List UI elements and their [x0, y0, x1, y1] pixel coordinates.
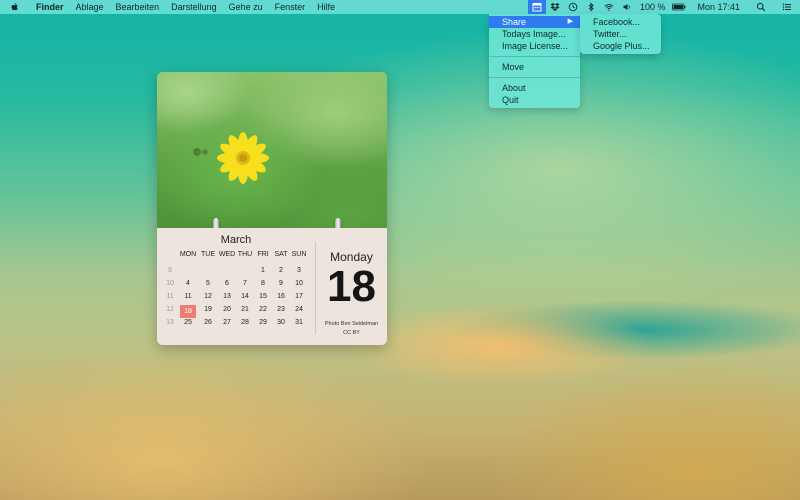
weekday-header: TUE — [201, 251, 215, 258]
time-machine-icon[interactable] — [564, 0, 582, 14]
calendar-day[interactable]: 30 — [272, 317, 290, 328]
menu-separator — [489, 56, 580, 57]
calendar-day[interactable]: 12 — [199, 291, 217, 302]
calendar-day[interactable]: 29 — [254, 317, 272, 328]
calendar-dropdown-menu: Share ▶ Todays Image... Image License...… — [489, 14, 580, 108]
menu-app-finder[interactable]: Finder — [30, 0, 70, 14]
battery-percentage: 100 % — [639, 2, 666, 12]
menu-ablage[interactable]: Ablage — [70, 0, 110, 14]
calendar-day[interactable]: 5 — [199, 278, 217, 289]
submenu-item-twitter[interactable]: Twitter... — [580, 28, 661, 40]
menu-item-about[interactable]: About — [489, 82, 580, 94]
menu-gehe-zu[interactable]: Gehe zu — [223, 0, 269, 14]
calendar-day[interactable]: 7 — [236, 278, 254, 289]
calendar-day[interactable]: 17 — [290, 291, 308, 302]
calendar-day[interactable]: 4 — [179, 278, 197, 289]
menu-bearbeiten[interactable]: Bearbeiten — [110, 0, 166, 14]
calendar-page: March MON TUE WED THU FRI SAT SUN 9 1 2 … — [157, 228, 387, 345]
flower-illustration — [193, 132, 269, 184]
dropbox-icon[interactable] — [546, 0, 564, 14]
menu-item-share-label: Share — [502, 17, 527, 27]
week-number: 11 — [166, 293, 174, 300]
current-day-number: 18 — [327, 262, 376, 311]
menu-separator — [489, 77, 580, 78]
calendar-day[interactable]: 31 — [290, 317, 308, 328]
wifi-icon[interactable] — [600, 0, 618, 14]
calendar-day[interactable]: 28 — [236, 317, 254, 328]
calendar-day[interactable]: 2 — [272, 265, 290, 276]
notification-center-icon[interactable] — [774, 0, 800, 14]
calendar-day[interactable]: 25 — [179, 317, 197, 328]
calendar-day[interactable]: 16 — [272, 291, 290, 302]
menu-darstellung[interactable]: Darstellung — [165, 0, 223, 14]
calendar-day[interactable]: 3 — [290, 265, 308, 276]
week-number: 12 — [166, 306, 174, 313]
calendar-day[interactable]: 1 — [254, 265, 272, 276]
menu-item-todays-image[interactable]: Todays Image... — [489, 28, 580, 40]
submenu-arrow-icon: ▶ — [567, 18, 573, 25]
menu-fenster[interactable]: Fenster — [269, 0, 312, 14]
month-title: March — [220, 234, 252, 246]
menu-item-image-license[interactable]: Image License... — [489, 40, 580, 52]
calendar-status-icon[interactable] — [527, 0, 546, 14]
weekday-header: MON — [179, 251, 197, 258]
weekday-header: THU — [237, 251, 253, 258]
calendar-day[interactable]: 9 — [272, 278, 290, 289]
calendar-day[interactable]: 27 — [218, 317, 236, 328]
calendar-day[interactable]: 13 — [218, 291, 236, 302]
menubar: Finder Ablage Bearbeiten Darstellung Geh… — [0, 0, 800, 14]
menubar-clock[interactable]: Mon 17:41 — [689, 0, 748, 14]
spotlight-icon[interactable] — [748, 0, 774, 14]
submenu-item-facebook[interactable]: Facebook... — [580, 16, 661, 28]
week-number: 13 — [166, 319, 174, 326]
photo-credit[interactable]: Photo Ben Seidelman — [316, 321, 387, 327]
week-number: 9 — [168, 267, 172, 274]
submenu-item-google-plus[interactable]: Google Plus... — [580, 40, 661, 52]
calendar-day[interactable]: 11 — [179, 291, 197, 302]
apple-icon[interactable] — [0, 0, 30, 14]
week-number: 10 — [166, 280, 174, 287]
calendar-day[interactable]: 19 — [199, 304, 217, 315]
weekday-header: FRI — [257, 251, 269, 258]
bluetooth-icon[interactable] — [582, 0, 600, 14]
battery-icon[interactable] — [669, 0, 689, 14]
calendar-day[interactable]: 15 — [254, 291, 272, 302]
calendar-day[interactable]: 8 — [254, 278, 272, 289]
calendar-day[interactable]: 22 — [254, 304, 272, 315]
share-submenu: Facebook... Twitter... Google Plus... — [580, 14, 661, 54]
calendar-day[interactable]: 24 — [290, 304, 308, 315]
calendar-day[interactable]: 14 — [236, 291, 254, 302]
calendar-day[interactable]: 20 — [218, 304, 236, 315]
calendar-widget[interactable]: March MON TUE WED THU FRI SAT SUN 9 1 2 … — [157, 72, 387, 345]
menu-item-share[interactable]: Share ▶ — [489, 16, 580, 28]
calendar-day[interactable]: 23 — [272, 304, 290, 315]
daily-flower-photo — [157, 72, 387, 228]
menu-item-move[interactable]: Move — [489, 61, 580, 73]
calendar-day[interactable]: 21 — [236, 304, 254, 315]
weekday-header: WED — [218, 251, 236, 258]
calendar-day[interactable]: 10 — [290, 278, 308, 289]
volume-icon[interactable] — [618, 0, 636, 14]
menu-hilfe[interactable]: Hilfe — [311, 0, 341, 14]
calendar-day[interactable]: 6 — [218, 278, 236, 289]
photo-license[interactable]: CC BY — [316, 330, 387, 336]
calendar-day[interactable]: 26 — [199, 317, 217, 328]
menu-item-quit[interactable]: Quit — [489, 94, 580, 106]
weekday-header: SAT — [274, 251, 288, 258]
weekday-header: SUN — [291, 251, 307, 258]
